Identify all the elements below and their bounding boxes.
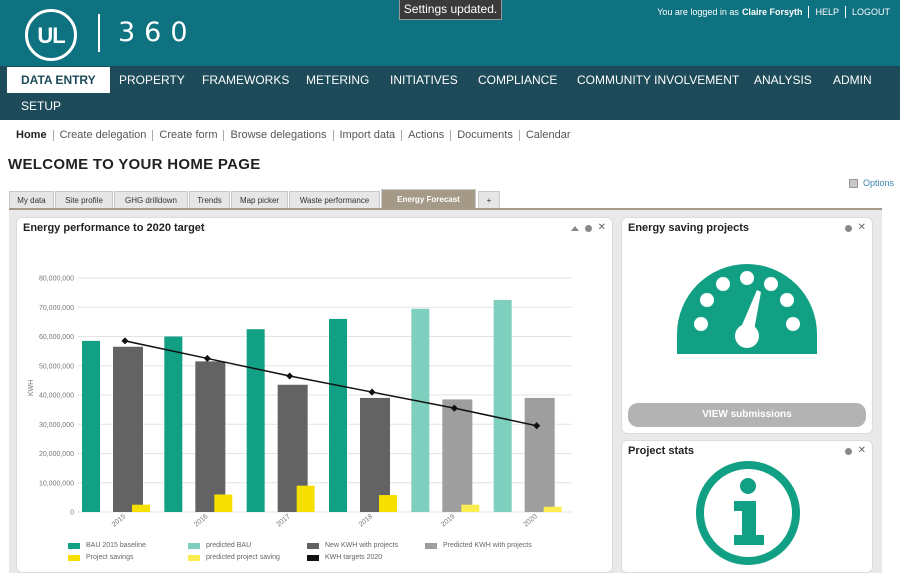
y-tick-label: 60,000,000 bbox=[39, 334, 74, 341]
y-tick-label: 30,000,000 bbox=[39, 422, 74, 429]
legend-item[interactable]: New KWH with projects bbox=[307, 542, 398, 549]
legend-item[interactable]: KWH targets 2020 bbox=[307, 554, 382, 561]
gauge-icon bbox=[677, 264, 817, 354]
legend-item[interactable]: Project savings bbox=[68, 554, 133, 561]
legend-label: KWH targets 2020 bbox=[325, 554, 383, 561]
legend-swatch bbox=[68, 542, 80, 549]
project-stats-panel: Project stats ✕ bbox=[621, 440, 873, 573]
y-tick-label: 80,000,000 bbox=[39, 276, 74, 283]
y-axis-label: KWH bbox=[28, 380, 35, 396]
x-tick-label: 2018 bbox=[358, 513, 375, 528]
y-tick-label: 70,000,000 bbox=[39, 305, 74, 312]
legend-swatch bbox=[307, 542, 319, 549]
x-tick-label: 2019 bbox=[440, 513, 457, 528]
legend-swatch bbox=[425, 542, 437, 549]
close-icon[interactable]: ✕ bbox=[858, 223, 866, 233]
energy-saving-panel: Energy saving projects ✕ bbox=[621, 217, 873, 434]
chart-bar bbox=[524, 397, 555, 512]
legend-swatch bbox=[188, 554, 200, 561]
view-submissions-button[interactable]: VIEW submissions bbox=[628, 403, 866, 427]
chart-bar bbox=[442, 399, 473, 512]
legend-label: BAU 2015 baseline bbox=[86, 542, 146, 549]
chart-bar bbox=[164, 336, 183, 512]
legend-swatch bbox=[68, 554, 80, 561]
chart-bar bbox=[195, 361, 226, 512]
chart-bar bbox=[82, 340, 100, 512]
legend-item[interactable]: predicted BAU bbox=[188, 542, 251, 549]
gear-icon[interactable] bbox=[844, 224, 852, 232]
legend-label: Predicted KWH with projects bbox=[443, 542, 532, 549]
chart-bar bbox=[379, 495, 397, 512]
info-icon bbox=[696, 461, 800, 565]
legend-label: predicted project saving bbox=[206, 554, 280, 561]
target-point bbox=[286, 372, 294, 380]
y-tick-label: 0 bbox=[70, 510, 74, 517]
x-tick-label: 2015 bbox=[111, 513, 128, 528]
chart-bar bbox=[132, 504, 150, 512]
chart-bar bbox=[411, 308, 430, 512]
legend-item[interactable]: predicted project saving bbox=[188, 554, 280, 561]
legend-label: New KWH with projects bbox=[325, 542, 399, 549]
chart-bar bbox=[493, 299, 512, 512]
legend-label: predicted BAU bbox=[206, 542, 252, 549]
legend-swatch bbox=[307, 554, 319, 561]
panel-title: Energy saving projects bbox=[628, 222, 750, 234]
chart-bar bbox=[214, 494, 233, 512]
panel-controls: ✕ bbox=[844, 446, 866, 456]
legend-item[interactable]: Predicted KWH with projects bbox=[425, 542, 532, 549]
y-tick-label: 10,000,000 bbox=[39, 480, 74, 487]
chart-bar bbox=[360, 397, 390, 512]
chart-bar bbox=[296, 485, 315, 512]
x-tick-label: 2020 bbox=[522, 513, 539, 528]
y-tick-label: 40,000,000 bbox=[39, 393, 74, 400]
target-point bbox=[121, 337, 129, 345]
x-tick-label: 2017 bbox=[275, 513, 292, 528]
y-tick-label: 20,000,000 bbox=[39, 451, 74, 458]
target-point bbox=[203, 354, 211, 362]
panel-controls: ✕ bbox=[844, 223, 866, 233]
close-icon[interactable]: ✕ bbox=[858, 446, 866, 456]
chart-bar bbox=[461, 504, 480, 512]
x-tick-label: 2016 bbox=[193, 513, 210, 528]
legend-label: Project savings bbox=[86, 554, 134, 561]
legend-swatch bbox=[188, 542, 200, 549]
chart-bar bbox=[246, 329, 265, 512]
chart-bar bbox=[113, 346, 143, 512]
legend-item[interactable]: BAU 2015 baseline bbox=[68, 542, 146, 549]
panel-title: Project stats bbox=[628, 445, 695, 457]
chart-bar bbox=[329, 318, 347, 512]
gear-icon[interactable] bbox=[844, 447, 852, 455]
y-tick-label: 50,000,000 bbox=[39, 363, 74, 370]
chart-bar bbox=[543, 506, 562, 512]
